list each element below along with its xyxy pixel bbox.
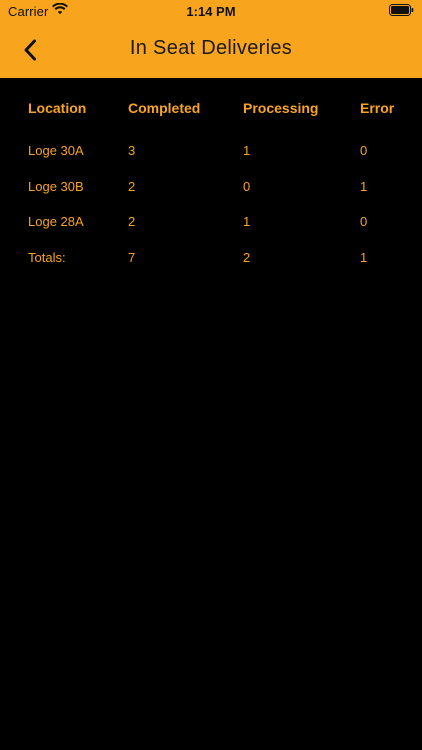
page-title: In Seat Deliveries [129, 37, 293, 59]
battery-icon [389, 4, 414, 16]
table-row: Loge 28A 2 1 0 [28, 207, 408, 243]
column-header-location: Location [28, 100, 87, 116]
table-header-row: Location Completed Processing Error [28, 97, 408, 136]
error-cell: 0 [360, 143, 368, 158]
completed-cell: 3 [128, 143, 136, 158]
completed-cell: 2 [128, 178, 136, 194]
totals-row: Totals: 7 2 1 [28, 243, 408, 279]
status-bar: Carrier 1:14 PM [0, 0, 422, 22]
processing-cell: 1 [243, 214, 251, 229]
navigation-bar: In Seat Deliveries [0, 22, 422, 78]
error-cell: 1 [360, 178, 368, 194]
clock: 1:14 PM [186, 4, 236, 19]
column-header-completed: Completed [128, 100, 201, 116]
location-cell: Loge 28A [28, 214, 84, 229]
location-cell: Loge 30A [28, 143, 84, 158]
screen: Carrier 1:14 PM In Seat Deliveries Locat… [0, 0, 422, 750]
column-header-processing: Processing [243, 100, 319, 116]
header-bar: Carrier 1:14 PM In Seat Deliveries [0, 0, 422, 78]
error-total: 1 [360, 249, 368, 265]
error-cell: 0 [360, 214, 368, 229]
table-row: Loge 30B 2 0 1 [28, 172, 408, 208]
processing-cell: 0 [243, 178, 251, 194]
completed-total: 7 [128, 249, 136, 265]
processing-total: 2 [243, 249, 251, 265]
processing-cell: 1 [243, 143, 251, 158]
deliveries-table: Location Completed Processing Error Loge… [28, 97, 408, 278]
totals-label: Totals: [28, 249, 66, 265]
location-cell: Loge 30B [28, 178, 84, 194]
column-header-error: Error [360, 100, 395, 116]
completed-cell: 2 [128, 214, 136, 229]
table-row: Loge 30A 3 1 0 [28, 136, 408, 172]
